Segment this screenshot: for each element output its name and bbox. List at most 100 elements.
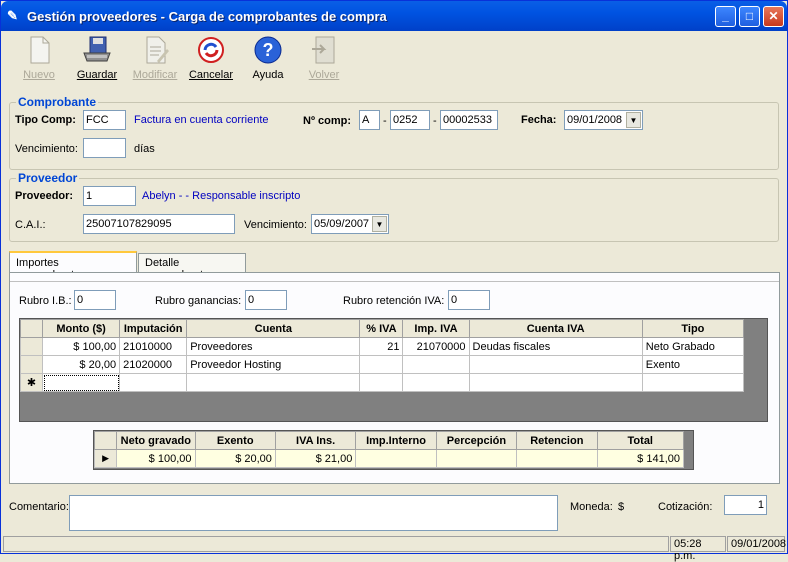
col-monto[interactable]: Monto ($): [42, 319, 121, 338]
cell-tipo[interactable]: Neto Grabado: [641, 337, 745, 356]
guardar-label: Guardar: [76, 69, 118, 81]
col-tipo[interactable]: Tipo: [641, 319, 745, 338]
title-bar[interactable]: ✎ Gestión proveedores - Carga de comprob…: [1, 1, 787, 31]
fecha-picker[interactable]: 09/01/2008 ▼: [564, 110, 643, 130]
col-cuenta-iva[interactable]: Cuenta IVA: [468, 319, 643, 338]
table-row[interactable]: ▶ $ 100,00 $ 20,00 $ 21,00 $ 141,00: [93, 449, 685, 468]
cell-imputacion[interactable]: 21020000: [119, 355, 188, 374]
col-imp-interno[interactable]: Imp.Interno: [355, 431, 437, 450]
cell-empty[interactable]: [359, 373, 404, 392]
comentario-input[interactable]: [69, 495, 558, 531]
maximize-button[interactable]: □: [739, 6, 760, 27]
cell-imputacion[interactable]: 21010000: [119, 337, 188, 356]
numero-input[interactable]: 00002533: [440, 110, 498, 130]
cell-cuenta[interactable]: Proveedor Hosting: [186, 355, 361, 374]
cell-cuenta-iva[interactable]: Deudas fiscales: [468, 337, 643, 356]
sep-2: -: [433, 115, 437, 127]
tipo-comp-input[interactable]: FCC: [83, 110, 126, 130]
cell-empty[interactable]: [119, 373, 188, 392]
cell-exento[interactable]: $ 20,00: [194, 449, 276, 468]
chevron-down-icon[interactable]: ▼: [626, 112, 641, 128]
table-row[interactable]: $ 100,00 21010000 Proveedores 21 2107000…: [19, 337, 745, 356]
volver-button[interactable]: Volver: [296, 33, 352, 85]
status-date: 09/01/2008: [727, 536, 786, 552]
help-icon: ?: [254, 36, 282, 64]
nuevo-label: Nuevo: [23, 69, 55, 81]
table-row[interactable]: $ 20,00 21020000 Proveedor Hosting Exent…: [19, 355, 745, 374]
cell-empty[interactable]: [402, 373, 470, 392]
cancelar-label: Cancelar: [188, 69, 234, 81]
tab-detalle[interactable]: Detalle comprobante: [138, 253, 246, 281]
row-selector[interactable]: [19, 337, 44, 356]
cell-imp-iva[interactable]: [402, 355, 470, 374]
cell-empty[interactable]: [641, 373, 745, 392]
rubro-ganancias-input[interactable]: 0: [245, 290, 287, 310]
cell-iva[interactable]: [359, 355, 404, 374]
proveedor-input[interactable]: 1: [83, 186, 136, 206]
cell-retencion[interactable]: [516, 449, 598, 468]
tipo-comp-label: Tipo Comp:: [15, 114, 76, 126]
cell-iva-ins[interactable]: $ 21,00: [274, 449, 357, 468]
ncomp-label: Nº comp:: [303, 115, 352, 127]
new-row[interactable]: ✱: [19, 373, 745, 392]
cell-monto[interactable]: $ 20,00: [42, 355, 121, 374]
rubro-ib-input[interactable]: 0: [74, 290, 116, 310]
status-bar: 05:28 p.m. 09/01/2008: [1, 535, 787, 562]
comentario-label: Comentario:: [9, 501, 69, 513]
col-imputacion[interactable]: Imputación: [119, 319, 188, 338]
proveedor-label: Proveedor:: [15, 190, 74, 202]
col-neto-gravado[interactable]: Neto gravado: [116, 431, 196, 450]
ayuda-label: Ayuda: [252, 69, 284, 81]
cell-total[interactable]: $ 141,00: [596, 449, 685, 468]
cai-venc-value: 05/09/2007: [314, 218, 370, 230]
minimize-button[interactable]: _: [715, 6, 736, 27]
cell-empty[interactable]: [468, 373, 643, 392]
col-retencion[interactable]: Retencion: [516, 431, 598, 450]
punto-venta-input[interactable]: 0252: [390, 110, 430, 130]
totales-grid[interactable]: Neto gravado Exento IVA Ins. Imp.Interno…: [93, 430, 694, 470]
fecha-value: 09/01/2008: [567, 114, 623, 126]
col-exento[interactable]: Exento: [194, 431, 276, 450]
new-row-icon[interactable]: ✱: [19, 373, 44, 392]
close-button[interactable]: ✕: [763, 6, 784, 27]
cell-iva[interactable]: 21: [359, 337, 404, 356]
cell-cuenta[interactable]: Proveedores: [186, 337, 361, 356]
cai-input[interactable]: 25007107829095: [83, 214, 235, 234]
vencimiento-dias-input[interactable]: [83, 138, 126, 158]
tab-importes[interactable]: Importes comprobantes: [9, 251, 137, 281]
cell-cuenta-iva[interactable]: [468, 355, 643, 374]
cell-imp-interno[interactable]: [355, 449, 437, 468]
col-total[interactable]: Total: [596, 431, 685, 450]
dias-label: días: [134, 143, 155, 155]
letra-input[interactable]: A: [359, 110, 380, 130]
cell-monto[interactable]: $ 100,00: [42, 337, 121, 356]
toolbar: Nuevo Guardar Modificar Cancelar ? Ayuda…: [5, 33, 785, 85]
tipo-comp-desc: Factura en cuenta corriente: [134, 114, 269, 126]
cell-imp-iva[interactable]: 21070000: [402, 337, 470, 356]
current-row-icon[interactable]: ▶: [93, 449, 118, 468]
cell-empty[interactable]: [186, 373, 361, 392]
row-selector[interactable]: [19, 355, 44, 374]
rubro-retencion-input[interactable]: 0: [448, 290, 490, 310]
col-cuenta[interactable]: Cuenta: [186, 319, 361, 338]
cai-venc-picker[interactable]: 05/09/2007 ▼: [311, 214, 389, 234]
nuevo-button[interactable]: Nuevo: [11, 33, 67, 85]
col-iva-ins[interactable]: IVA Ins.: [274, 431, 357, 450]
modificar-button[interactable]: Modificar: [127, 33, 183, 85]
cell-neto-gravado[interactable]: $ 100,00: [116, 449, 196, 468]
guardar-button[interactable]: Guardar: [69, 33, 125, 85]
col-iva[interactable]: % IVA: [359, 319, 404, 338]
chevron-down-icon[interactable]: ▼: [372, 216, 387, 232]
col-percepcion[interactable]: Percepción: [435, 431, 518, 450]
cell-tipo[interactable]: Exento: [641, 355, 745, 374]
cancelar-button[interactable]: Cancelar: [183, 33, 239, 85]
cell-monto-new[interactable]: [42, 373, 121, 392]
status-time: 05:28 p.m.: [670, 536, 726, 562]
imputaciones-grid[interactable]: Monto ($) Imputación Cuenta % IVA Imp. I…: [19, 318, 768, 422]
proveedor-desc: Abelyn - - Responsable inscripto: [142, 190, 301, 202]
col-imp-iva[interactable]: Imp. IVA: [402, 319, 470, 338]
ayuda-button[interactable]: ? Ayuda: [240, 33, 296, 85]
save-icon: [83, 36, 111, 62]
cell-percepcion[interactable]: [435, 449, 518, 468]
cotizacion-input[interactable]: 1: [724, 495, 767, 515]
